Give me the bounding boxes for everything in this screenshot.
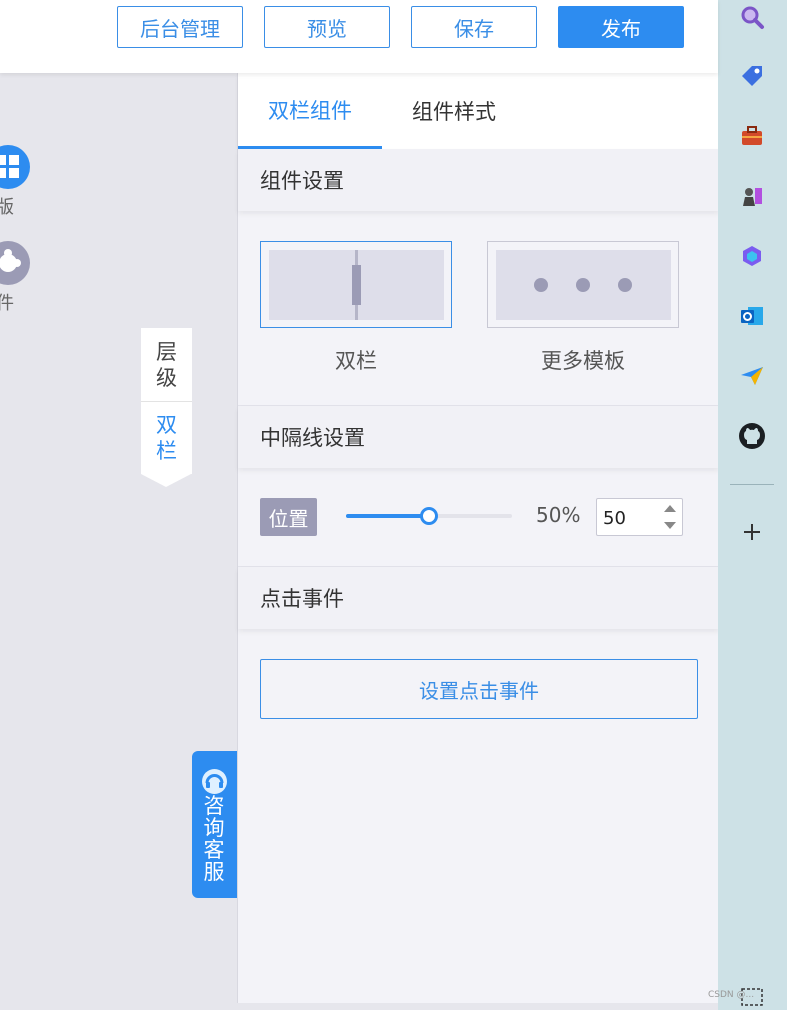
add-icon[interactable]: [737, 517, 767, 547]
template-more-label: 更多模板: [541, 349, 625, 373]
preview-button[interactable]: 预览: [264, 6, 390, 48]
browser-sidebar: [718, 0, 787, 1010]
position-label: 位置: [260, 498, 317, 536]
layer-panel-tab[interactable]: 层级 双栏: [141, 328, 192, 487]
tab-double-column[interactable]: 双栏组件: [238, 73, 382, 149]
position-percent: 50%: [536, 503, 581, 527]
template-double-label: 双栏: [335, 349, 377, 373]
layer-tab-arrow: [141, 474, 191, 487]
publish-button[interactable]: 发布: [558, 6, 684, 48]
position-value-field[interactable]: [603, 507, 655, 529]
layer-current-text: 双栏: [156, 413, 177, 463]
headset-icon: [202, 769, 227, 794]
canvas-area: 模版 组件 层级 双栏 咨询客服: [0, 73, 237, 1010]
decrement-icon[interactable]: [664, 522, 676, 529]
chess-icon[interactable]: [737, 181, 767, 211]
divider-settings-header: 中隔线设置: [238, 406, 719, 468]
template-double-preview: [269, 250, 444, 320]
admin-button[interactable]: 后台管理: [117, 6, 243, 48]
position-slider[interactable]: [346, 507, 512, 525]
github-icon[interactable]: [737, 421, 767, 451]
template-tool-label: 模版: [0, 197, 14, 218]
settings-panel: 双栏组件 组件样式 组件设置 双栏 更多模板 中隔线设置 位置 50% 点击事件…: [237, 73, 719, 1003]
component-tool[interactable]: 组件: [0, 241, 46, 314]
outlook-icon[interactable]: [737, 301, 767, 331]
increment-icon[interactable]: [664, 505, 676, 512]
copilot-icon[interactable]: [737, 241, 767, 271]
template-double-column[interactable]: [260, 241, 452, 328]
tab-component-style[interactable]: 组件样式: [382, 73, 526, 149]
sidebar-separator: [730, 484, 774, 485]
consult-label: 咨询客服: [203, 794, 225, 884]
template-icon: [0, 145, 30, 189]
more-dots-icon: [496, 250, 671, 320]
layer-label-text: 层级: [156, 339, 177, 390]
component-settings-header: 组件设置: [238, 149, 719, 211]
component-tool-label: 组件: [0, 293, 14, 314]
tag-icon[interactable]: [737, 61, 767, 91]
layer-current-item[interactable]: 双栏: [141, 401, 192, 474]
set-click-event-button[interactable]: 设置点击事件: [260, 659, 698, 719]
click-event-header: 点击事件: [238, 567, 719, 629]
slider-fill: [346, 514, 429, 518]
layer-label[interactable]: 层级: [141, 328, 192, 401]
panel-tabs: 双栏组件 组件样式: [238, 73, 719, 149]
puzzle-icon: [0, 241, 30, 285]
watermark-text: CSDN @...: [708, 990, 755, 1000]
top-toolbar: 后台管理 预览 保存 发布: [0, 0, 718, 73]
template-more[interactable]: [487, 241, 679, 328]
toolbox-icon[interactable]: [737, 121, 767, 151]
template-tool[interactable]: 模版: [0, 145, 46, 218]
consult-service-button[interactable]: 咨询客服: [192, 751, 237, 898]
search-icon[interactable]: [737, 2, 767, 32]
save-button[interactable]: 保存: [411, 6, 537, 48]
position-number-input[interactable]: [596, 498, 683, 536]
slider-thumb[interactable]: [420, 507, 438, 525]
send-icon[interactable]: [737, 361, 767, 391]
